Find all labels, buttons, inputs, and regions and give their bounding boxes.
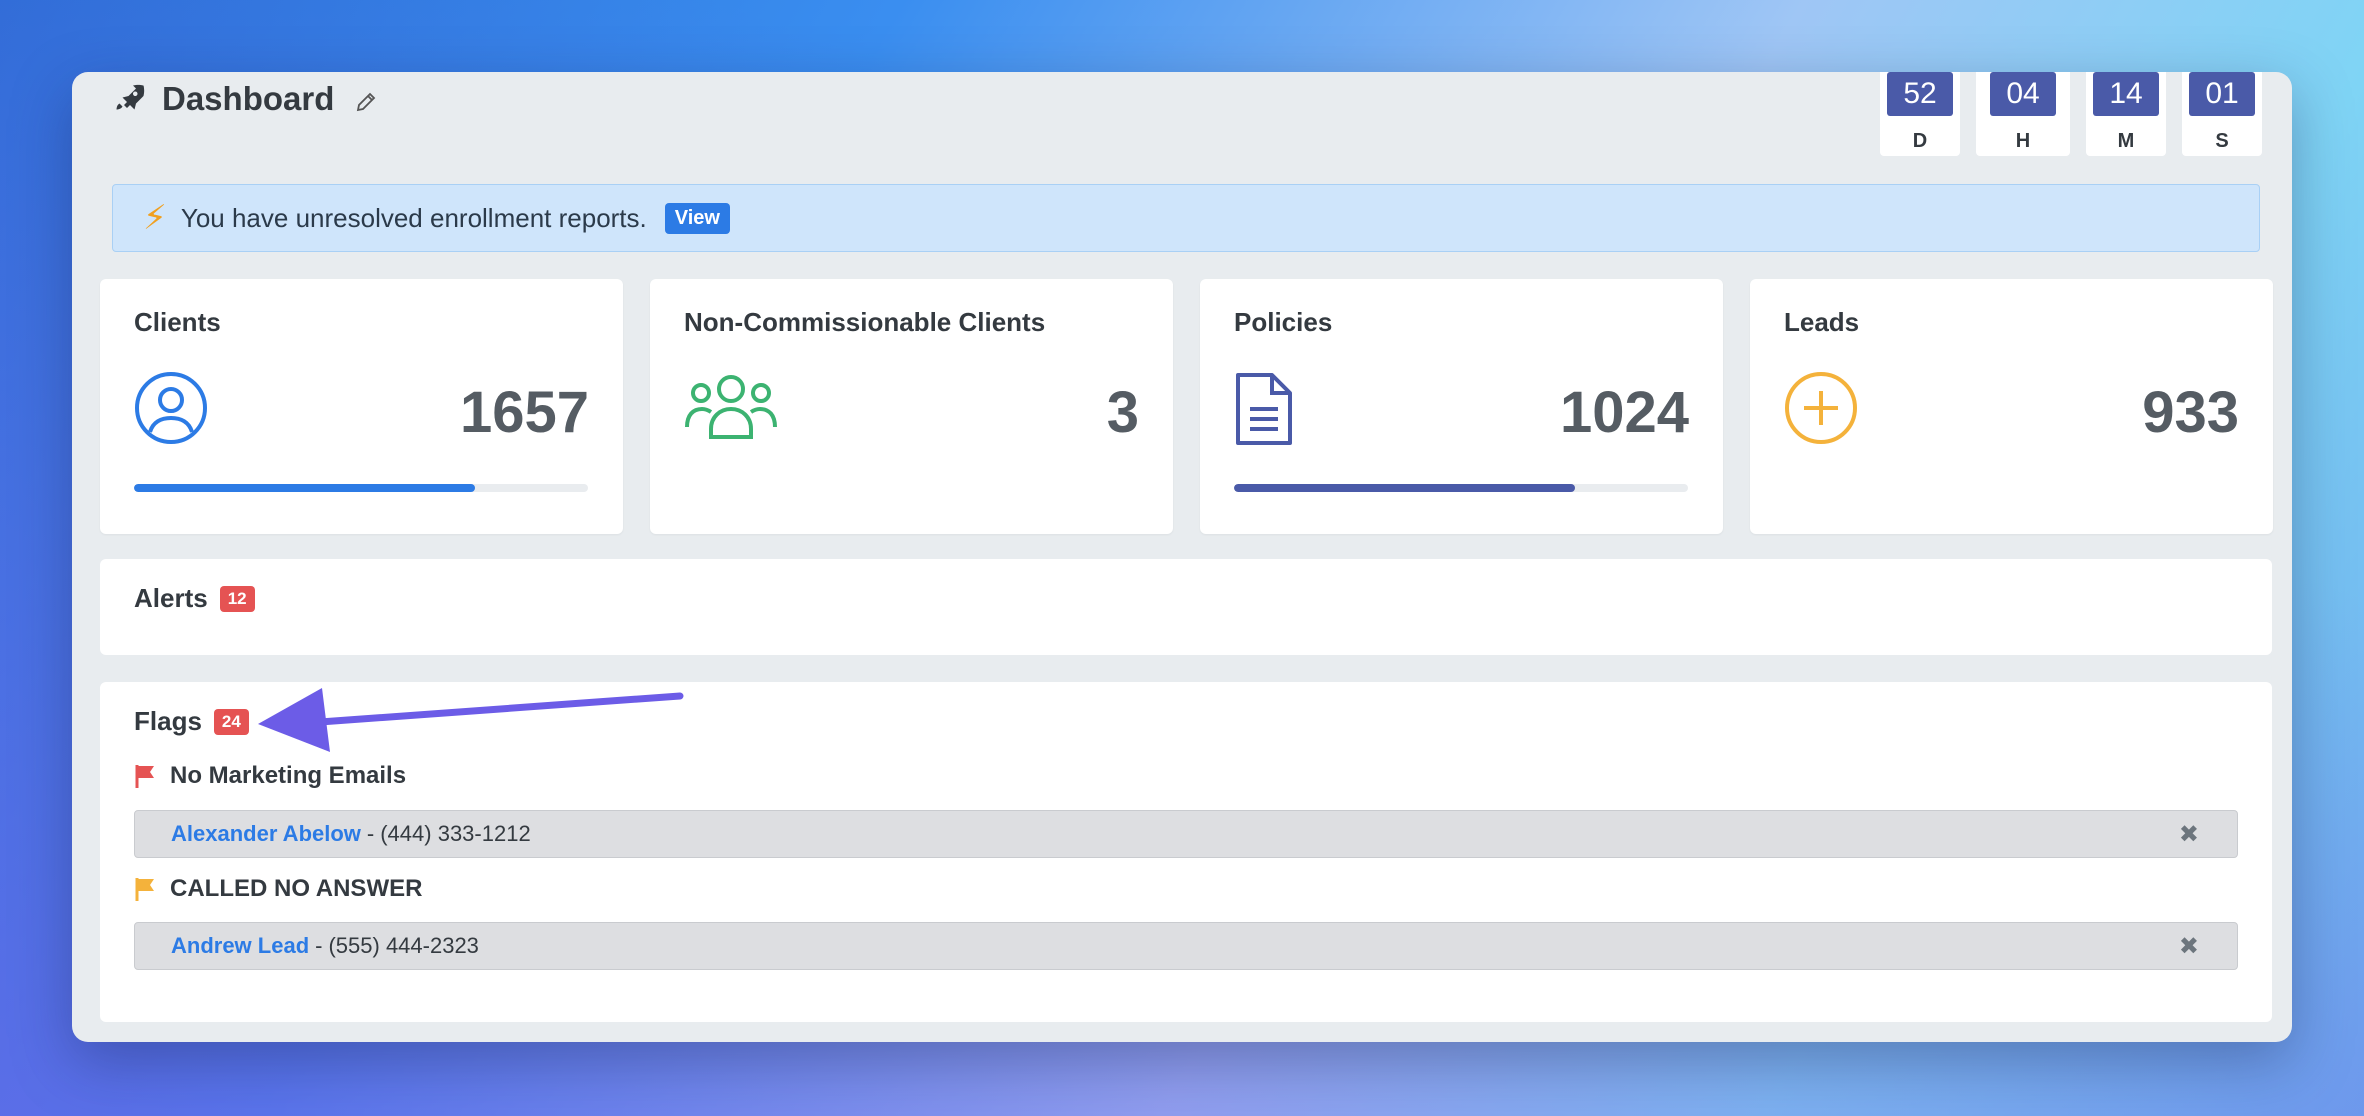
card-value: 1024 [1559,380,1689,445]
flag-group-label: CALLED NO ANSWER [170,875,423,902]
card-title: Clients [134,307,221,337]
client-phone: (444) 333-1212 [380,821,531,846]
progress-fill [1234,484,1575,492]
users-group-icon [685,375,777,439]
list-item: Andrew Lead - (555) 444-2323 ✖ [134,922,2238,970]
rocket-icon [116,84,145,110]
countdown-value: 01 [2189,72,2255,116]
countdown-seconds: 01 S [2182,72,2262,156]
card-title: Policies [1234,307,1333,337]
countdown-value: 04 [1990,72,2056,116]
flags-heading[interactable]: Flags 24 [134,706,249,737]
document-icon [1236,373,1292,445]
card-value: 933 [2142,380,2239,445]
countdown-timer: 52 D 04 H 14 M 01 S [1880,72,2262,156]
dashboard-window: Dashboard 52 D 04 H 14 M 01 S ⚡ You have… [72,72,2292,1042]
card-value: 3 [1106,380,1139,445]
stat-card-policies[interactable]: Policies 1024 [1200,279,1723,534]
enrollment-notice: ⚡ You have unresolved enrollment reports… [112,184,2260,252]
flag-icon [135,878,154,901]
countdown-label: D [1912,130,1928,152]
countdown-value: 52 [1887,72,1953,116]
countdown-value: 14 [2093,72,2159,116]
countdown-hours: 04 H [1976,72,2070,156]
alerts-panel: Alerts 12 [100,559,2272,655]
list-item: Alexander Abelow - (444) 333-1212 ✖ [134,810,2238,858]
close-icon[interactable]: ✖ [2179,820,2199,849]
flag-group-label: No Marketing Emails [170,762,407,789]
card-title: Leads [1784,307,1860,337]
client-phone: (555) 444-2323 [328,933,479,958]
flag-group-no-marketing: No Marketing Emails [134,762,406,790]
alerts-title: Alerts [134,583,208,613]
client-link[interactable]: Andrew Lead [171,933,309,959]
stat-card-leads[interactable]: Leads 933 [1750,279,2273,534]
bolt-icon: ⚡ [143,199,167,237]
stat-card-non-commissionable[interactable]: Non-Commissionable Clients 3 [650,279,1173,534]
countdown-label: S [2215,130,2229,152]
flags-title: Flags [134,706,202,736]
notice-text: You have unresolved enrollment reports. [180,202,647,233]
progress-bar [134,484,588,492]
card-title: Non-Commissionable Clients [684,307,1046,337]
client-link[interactable]: Alexander Abelow [171,821,361,847]
flags-count-badge: 24 [213,708,249,735]
user-circle-icon [135,372,207,444]
plus-circle-icon [1785,372,1857,444]
alerts-count-badge: 12 [219,585,255,612]
flag-group-called-no-answer: CALLED NO ANSWER [134,875,422,903]
card-value: 1657 [459,380,589,445]
pencil-icon[interactable] [354,90,378,114]
countdown-minutes: 14 M [2086,72,2166,156]
view-button[interactable]: View [664,202,730,234]
countdown-label: M [2117,130,2135,152]
countdown-label: H [2015,130,2031,152]
progress-bar [1234,484,1688,492]
countdown-days: 52 D [1880,72,1960,156]
progress-fill [134,484,475,492]
stat-card-clients[interactable]: Clients 1657 [100,279,623,534]
close-icon[interactable]: ✖ [2179,932,2199,961]
flags-panel: Flags 24 No Marketing Emails Alexander A… [100,682,2272,1022]
stats-row: Clients 1657 Non-Commissionable Clients [100,279,2273,534]
flag-icon [135,765,154,788]
page-title: Dashboard [162,80,335,117]
page-header: Dashboard [112,80,378,118]
alerts-heading[interactable]: Alerts 12 [134,583,255,614]
